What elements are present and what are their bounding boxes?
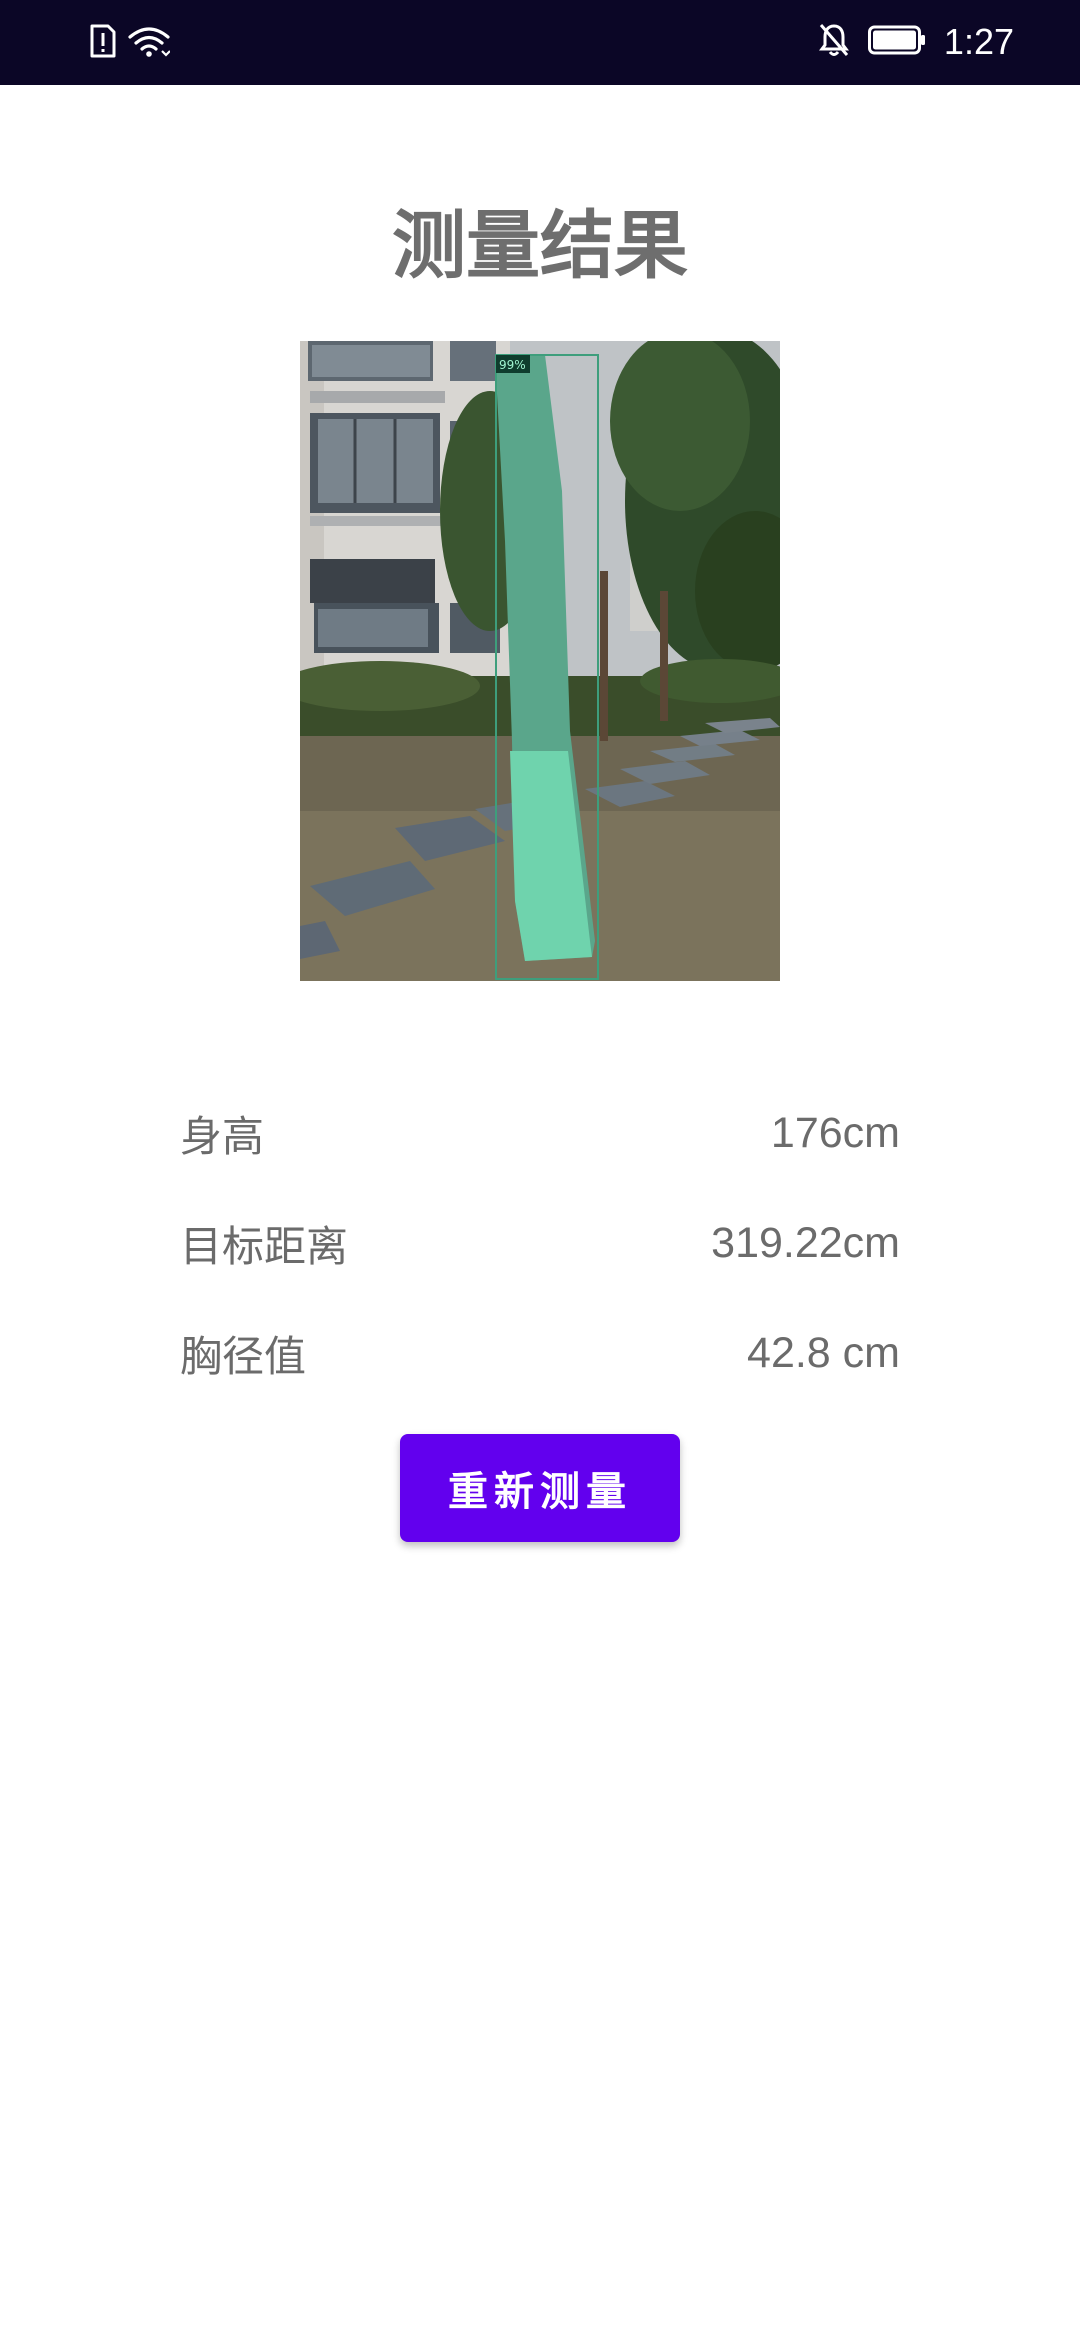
- dbh-label: 胸径值: [180, 1331, 307, 1381]
- height-label: 身高: [180, 1111, 265, 1161]
- remeasure-button[interactable]: 重新测量: [400, 1434, 680, 1542]
- result-row-height: 身高 176cm: [180, 1078, 900, 1188]
- status-right-icons: 1:27: [818, 18, 1014, 66]
- page-title: 测量结果: [392, 203, 688, 289]
- status-left-icons: [90, 22, 171, 64]
- status-bar: 1:27: [0, 0, 1080, 85]
- wifi-icon: [128, 25, 171, 61]
- result-row-distance: 目标距离 319.22cm: [180, 1188, 900, 1298]
- dbh-value: 42.8 cm: [747, 1328, 900, 1377]
- sim-alert-icon: [90, 24, 116, 62]
- battery-icon: [867, 25, 926, 59]
- distance-value: 319.22cm: [711, 1218, 900, 1267]
- detection-confidence-label: 99%: [499, 358, 526, 372]
- height-value: 176cm: [770, 1108, 900, 1157]
- results-list: 身高 176cm 目标距离 319.22cm 胸径值 42.8 cm: [180, 1078, 900, 1408]
- status-time: 1:27: [943, 21, 1014, 62]
- result-photo: 99%: [300, 341, 780, 981]
- distance-label: 目标距离: [180, 1221, 349, 1271]
- notifications-off-icon: [818, 22, 850, 62]
- result-row-dbh: 胸径值 42.8 cm: [180, 1298, 900, 1408]
